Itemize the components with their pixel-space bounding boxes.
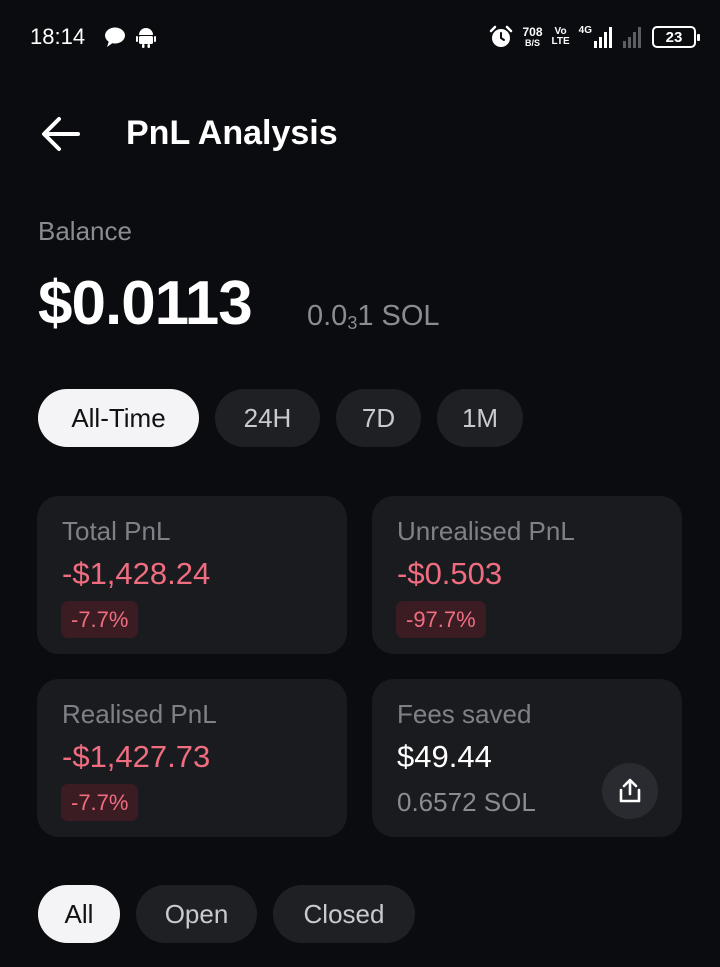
unrealised-pnl-card: Unrealised PnL -$0.503 -97.7% — [372, 496, 682, 654]
balance-sol-subscript: 3 — [347, 313, 358, 333]
share-button[interactable] — [602, 763, 658, 819]
android-icon — [136, 28, 156, 48]
share-icon — [619, 778, 641, 803]
page-title: PnL Analysis — [126, 114, 338, 152]
status-time: 18:14 — [30, 24, 86, 49]
status-bar: 18:14 708 B/S Vo LTE 4G 23 — [0, 0, 720, 76]
tab-all-time[interactable]: All-Time — [38, 389, 199, 447]
total-pnl-pct-badge: -7.7% — [61, 601, 139, 638]
realised-pnl-card: Realised PnL -$1,427.73 -7.7% — [37, 679, 347, 837]
fees-saved-label: Fees saved — [397, 699, 532, 729]
network-speed-value: 708 — [522, 25, 543, 39]
fees-saved-sol: 0.6572 SOL — [397, 787, 536, 817]
balance-sol-suffix: 1 SOL — [357, 300, 440, 332]
balance-usd-value: $0.0113 — [38, 269, 253, 338]
status-right-group: 708 B/S Vo LTE 4G 23 — [489, 22, 700, 52]
realised-pnl-label: Realised PnL — [62, 699, 217, 729]
volte-bottom: LTE — [551, 36, 570, 47]
position-filter-tabs: All Open Closed — [38, 885, 415, 943]
signal-icon-secondary — [623, 27, 641, 48]
tab-all[interactable]: All — [38, 885, 120, 943]
unrealised-pnl-label: Unrealised PnL — [397, 516, 575, 546]
back-arrow-icon[interactable] — [40, 114, 82, 154]
battery-level: 23 — [665, 28, 683, 46]
balance-sol-value: 0.031 SOL — [307, 300, 440, 334]
fees-saved-value: $49.44 — [397, 739, 492, 774]
alarm-icon — [490, 25, 513, 47]
balance-label: Balance — [38, 216, 132, 246]
tab-open[interactable]: Open — [136, 885, 257, 943]
realised-pnl-value: -$1,427.73 — [62, 739, 211, 774]
signal-icon — [594, 27, 612, 48]
tab-1m[interactable]: 1M — [437, 389, 523, 447]
unrealised-pnl-pct-badge: -97.7% — [396, 601, 486, 638]
network-type: 4G — [578, 25, 592, 36]
tab-24h[interactable]: 24H — [215, 389, 320, 447]
network-speed: 708 B/S — [522, 26, 542, 48]
volte-indicator: Vo LTE — [552, 27, 570, 47]
chat-bubble-icon — [105, 27, 125, 47]
tab-closed[interactable]: Closed — [273, 885, 415, 943]
total-pnl-card: Total PnL -$1,428.24 -7.7% — [37, 496, 347, 654]
total-pnl-value: -$1,428.24 — [62, 556, 211, 591]
balance-sol-prefix: 0.0 — [307, 300, 348, 332]
unrealised-pnl-value: -$0.503 — [397, 556, 503, 591]
tab-7d[interactable]: 7D — [336, 389, 421, 447]
total-pnl-label: Total PnL — [62, 516, 171, 546]
fees-saved-card: Fees saved $49.44 0.6572 SOL — [372, 679, 682, 837]
signal-group-1: 4G — [579, 26, 614, 48]
time-filter-tabs: All-Time 24H 7D 1M — [38, 389, 523, 447]
battery-indicator: 23 — [652, 26, 700, 48]
network-speed-unit: B/S — [524, 38, 540, 48]
realised-pnl-pct-badge: -7.7% — [61, 784, 139, 821]
